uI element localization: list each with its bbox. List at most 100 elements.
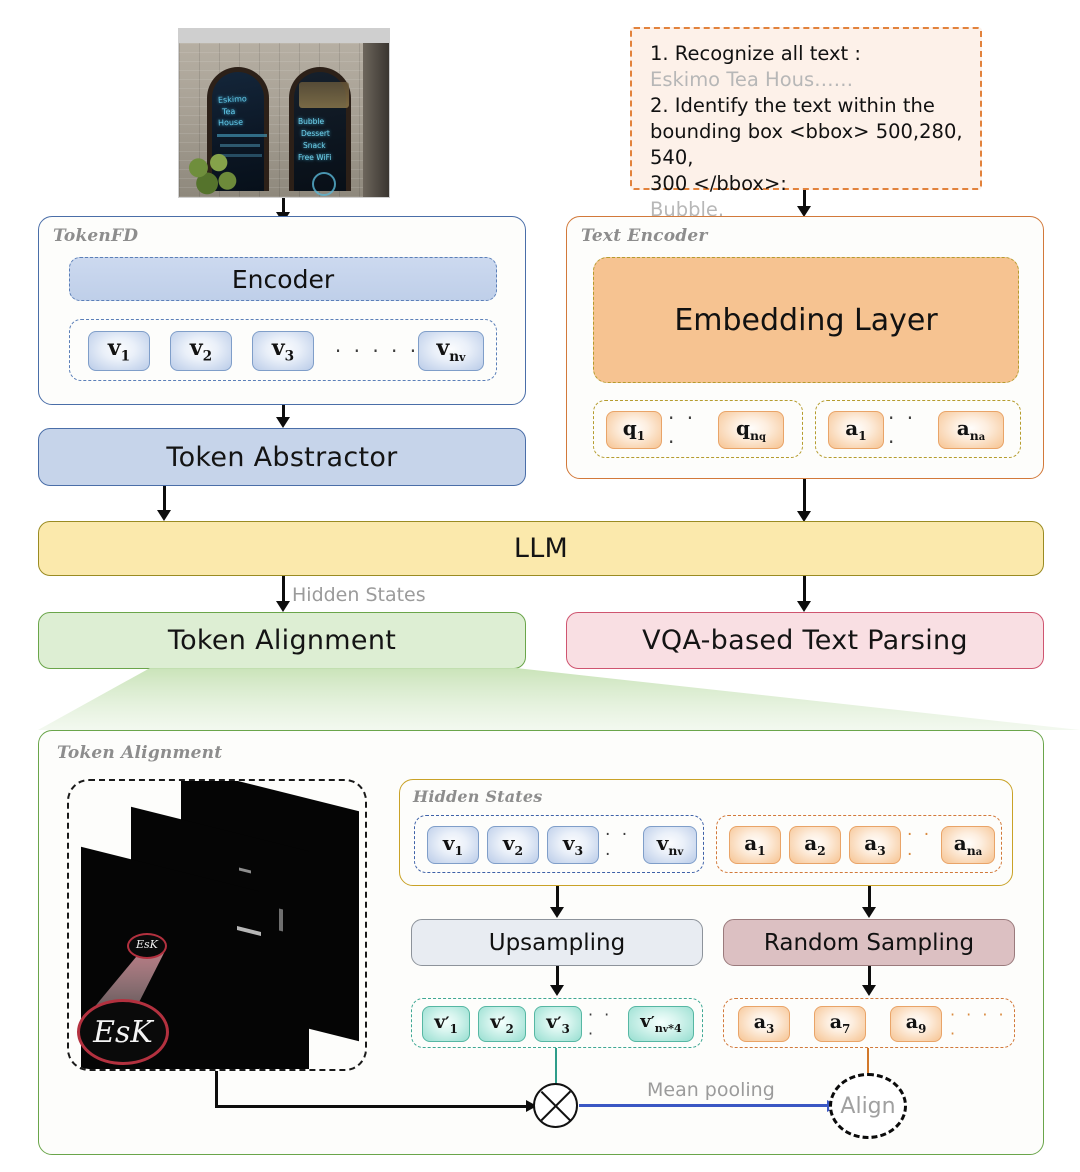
token-chip: a9 [890,1006,942,1042]
prompt-line-1: 1. Recognize all text : [650,42,861,65]
token-label: v′3 [546,1010,570,1036]
token-label: a3 [753,1010,775,1036]
token-chip: v2 [170,331,232,371]
random-sampling-label: Random Sampling [763,929,975,956]
token-alignment-box[interactable]: Token Alignment [38,612,526,669]
input-image: Eskimo Tea House Bubble Dessert Snack Free… [178,28,390,198]
text-encoder-title: Text Encoder [581,226,708,246]
figure-root: Eskimo Tea House Bubble Dessert Snack Free… [0,0,1080,1172]
encoder-box: Encoder [69,257,497,301]
random-sampling-box[interactable]: Random Sampling [723,919,1015,966]
tokenfd-title: TokenFD [53,226,139,246]
arrowhead [550,985,565,996]
token-alignment-detail-panel: Token Alignment EsK EsK Hidden States v1… [38,730,1044,1155]
vqa-parsing-label: VQA-based Text Parsing [642,625,968,656]
arrowhead [276,601,291,612]
align-label: Align [840,1093,896,1119]
align-target: Align [829,1073,907,1139]
arrowhead [862,985,877,996]
window-right: Bubble Dessert Snack Free WiFi [289,67,351,196]
token-label: a1 [845,415,867,443]
token-label: a3 [864,830,886,858]
ellipsis: · · · [888,406,917,454]
token-chip: qnq [718,411,784,449]
hidden-v-token-group: v1 v2 v3 · · · vnv [414,815,704,873]
sampled-a-token-group: a3 a7 a9 · · · · · [723,998,1015,1048]
token-chip: vnv [418,331,484,371]
token-label: v′2 [490,1010,514,1036]
token-chip: a1 [828,411,884,449]
region-highlight-circle: EsK [127,933,167,959]
token-chip: v′nv*4 [628,1006,694,1042]
token-label: ana [956,415,986,443]
token-abstractor-box[interactable]: Token Abstractor [38,428,526,486]
token-label: v′1 [434,1010,458,1036]
arrowhead [862,907,877,918]
ellipsis: · · · [588,1005,613,1043]
magnifier-circle: EsK [77,999,169,1065]
hidden-states-arrow-label: Hidden States [292,584,426,606]
token-label: a9 [905,1010,927,1036]
token-label: v′nv*4 [640,1011,682,1035]
prompt-box: 1. Recognize all text : Eskimo Tea Hous…… [630,27,982,221]
prompt-line-2: 2. Identify the text within the [650,93,935,117]
upsampled-v-token-group: v′1 v′2 v′3 · · · v′nv*4 [411,998,703,1048]
token-alignment-label: Token Alignment [167,625,397,656]
hidden-states-box: Hidden States v1 v2 v3 · · · vnv a1 a2 a… [399,779,1013,886]
token-chip: v′3 [534,1006,582,1042]
prompt-line-4: 300 </bbox>: [650,171,787,195]
prompt-line-3: bounding box <bbox> 500,280, 540, [650,119,963,169]
token-label: v3 [271,335,295,365]
vqa-parsing-box[interactable]: VQA-based Text Parsing [566,612,1044,669]
line-visualization-down [215,1071,218,1107]
token-chip: vnv [643,826,697,864]
arrowhead [276,417,291,428]
token-chip: v1 [427,826,479,864]
token-chip: a3 [738,1006,790,1042]
token-label: a2 [804,830,826,858]
token-chip: ana [941,826,995,864]
token-chip: v′1 [422,1006,470,1042]
token-label: q1 [622,415,646,443]
embedding-layer-label: Embedding Layer [674,302,938,338]
upsampling-box[interactable]: Upsampling [411,919,703,966]
token-label: v2 [502,830,524,858]
token-chip: v3 [547,826,599,864]
token-chip: a7 [814,1006,866,1042]
token-chip: v1 [88,331,150,371]
token-chip: v′2 [478,1006,526,1042]
token-label: v3 [562,830,584,858]
mean-pooling-arrow [579,1104,829,1107]
mean-pooling-label: Mean pooling [647,1079,775,1101]
token-label: a1 [744,830,766,858]
llm-label: LLM [513,533,569,564]
prompt-answer-1: Eskimo Tea Hous…… [650,67,854,91]
ellipsis: · · · · · [334,339,420,363]
a-token-group: a1 · · · ana [815,400,1021,458]
token-chip: v3 [252,331,314,371]
token-label: a7 [829,1010,851,1036]
tokenfd-token-group: v1 v2 v3 · · · · · vnv [69,319,497,381]
ellipsis: · · · [605,825,631,865]
token-label: ana [953,830,983,858]
hidden-states-title: Hidden States [413,787,543,806]
ellipsis: · · · · · [950,1005,1007,1043]
token-chip: a1 [729,826,781,864]
arrowhead [797,601,812,612]
tokenfd-panel: TokenFD Encoder v1 v2 v3 · · · · · vnv [38,216,526,405]
ellipsis: · · · [668,406,697,454]
token-chip: a2 [789,826,841,864]
token-chip: ana [938,411,1004,449]
token-chip: v2 [487,826,539,864]
upsampling-label: Upsampling [488,929,626,956]
embedding-layer-box: Embedding Layer [593,257,1019,383]
text-encoder-panel: Text Encoder Embedding Layer q1 · · · qn… [566,216,1044,479]
arrowhead [550,907,565,918]
token-chip: q1 [606,411,662,449]
llm-box[interactable]: LLM [38,521,1044,576]
arrow-llm-to-token-alignment [282,576,285,604]
multiply-operator [533,1083,578,1128]
token-label: qnq [736,415,766,443]
encoder-label: Encoder [231,264,335,294]
token-chip: a3 [849,826,901,864]
